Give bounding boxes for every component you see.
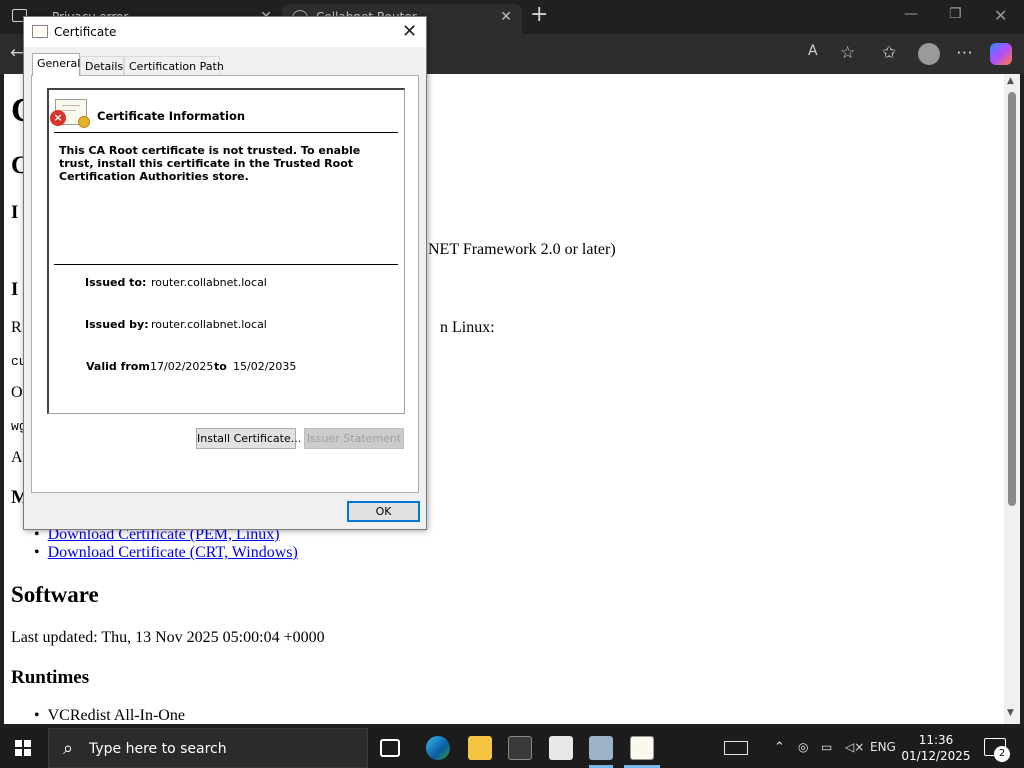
search-placeholder: Type here to search [89, 741, 227, 757]
seal-icon [78, 116, 90, 128]
install-certificate-button[interactable]: Install Certificate... [196, 428, 301, 449]
scroll-down-icon[interactable]: ▼ [1007, 708, 1014, 718]
download-crt-link[interactable]: Download Certificate (CRT, Windows) [48, 544, 298, 561]
runtime-item: VCRedist All-In-One [47, 707, 185, 724]
list-item: • VCRedist All-In-One [34, 707, 185, 724]
date: 01/12/2025 [901, 749, 971, 763]
certificate-icon [32, 25, 48, 38]
read-aloud-icon[interactable]: A [808, 43, 818, 59]
valid-to-value: 15/02/2035 [233, 360, 297, 373]
close-window-icon[interactable]: ✕ [994, 6, 1007, 25]
error-icon: × [50, 110, 66, 126]
certificate-app-icon[interactable] [630, 736, 654, 760]
more-icon[interactable]: ⋯ [956, 43, 973, 63]
language-indicator[interactable]: ENG [870, 740, 896, 754]
clock[interactable]: 11:36 01/12/2025 [900, 732, 972, 764]
tab-certification-path[interactable]: Certification Path [124, 56, 224, 76]
issued-to-label: Issued to: [85, 276, 147, 289]
profile-avatar[interactable] [918, 43, 940, 65]
subsection-heading: I [11, 202, 19, 223]
software-heading: Software [11, 582, 99, 607]
search-icon: ⌕ [63, 738, 74, 759]
file-explorer-icon[interactable] [468, 736, 492, 760]
paragraph-text: A [11, 449, 23, 466]
issued-by-value: router.collabnet.local [151, 318, 267, 331]
issued-by-label: Issued by: [85, 318, 149, 331]
subsection-heading: I [11, 279, 19, 300]
volume-muted-icon[interactable]: ◁× [845, 740, 864, 754]
favorites-icon[interactable]: ✩ [882, 43, 896, 63]
scroll-thumb[interactable] [1008, 92, 1016, 506]
list-item: • Download Certificate (CRT, Windows) [34, 544, 298, 561]
valid-from-value: 17/02/2025 [150, 360, 214, 373]
linux-text: n Linux: [440, 319, 495, 336]
store-icon[interactable] [508, 736, 532, 760]
copilot-icon[interactable] [990, 43, 1012, 65]
taskbar-search-box[interactable]: ⌕ Type here to search [48, 728, 368, 768]
certificate-manager-icon[interactable] [589, 736, 613, 760]
certificate-dialog: Certificate ✕ General Details Certificat… [23, 16, 427, 530]
framework-text: .NET Framework 2.0 or later) [424, 241, 616, 258]
issued-to-value: router.collabnet.local [151, 276, 267, 289]
restore-icon[interactable]: ❐ [949, 6, 962, 22]
page-scrollbar[interactable]: ▲ ▼ [1004, 74, 1020, 724]
paragraph-text: O [11, 384, 23, 401]
divider [54, 132, 398, 133]
windows-start-icon[interactable] [15, 740, 31, 756]
divider [54, 264, 398, 265]
dialog-title: Certificate [54, 25, 117, 39]
paragraph-text: R [11, 319, 22, 336]
new-tab-icon[interactable]: + [530, 2, 548, 27]
trust-message: This CA Root certificate is not trusted.… [59, 144, 361, 183]
news-icon[interactable] [724, 741, 748, 755]
favorite-star-icon[interactable]: ☆ [840, 43, 855, 63]
general-panel: × Certificate Information This CA Root c… [31, 75, 419, 493]
tab-details[interactable]: Details [80, 56, 124, 76]
info-title: Certificate Information [97, 109, 246, 123]
mail-icon[interactable] [549, 736, 573, 760]
tab-general[interactable]: General [32, 53, 80, 76]
valid-from-label: Valid from [86, 360, 150, 373]
notification-count: 2 [994, 746, 1010, 762]
close-icon[interactable]: ✕ [500, 9, 512, 25]
issuer-statement-button[interactable]: Issuer Statement [304, 428, 404, 449]
taskbar: ⌕ Type here to search ⌃ ◎ ▭ ◁× ENG 11:36… [0, 728, 1024, 768]
chevron-up-icon[interactable]: ⌃ [774, 740, 785, 755]
time: 11:36 [918, 733, 954, 747]
dialog-titlebar: Certificate ✕ [24, 17, 426, 47]
last-updated-text: Last updated: Thu, 13 Nov 2025 05:00:04 … [11, 629, 325, 646]
minimize-icon[interactable]: — [904, 6, 918, 22]
ok-button[interactable]: OK [347, 501, 420, 522]
close-icon[interactable]: ✕ [402, 21, 417, 42]
network-icon[interactable]: ▭ [821, 740, 832, 754]
task-view-icon[interactable] [380, 739, 400, 757]
runtimes-heading: Runtimes [11, 667, 90, 688]
edge-icon[interactable] [426, 736, 450, 760]
meet-icon[interactable]: ◎ [798, 740, 808, 754]
valid-to-label: to [214, 360, 227, 373]
certificate-info-box: × Certificate Information This CA Root c… [47, 88, 405, 414]
scroll-up-icon[interactable]: ▲ [1007, 76, 1014, 86]
